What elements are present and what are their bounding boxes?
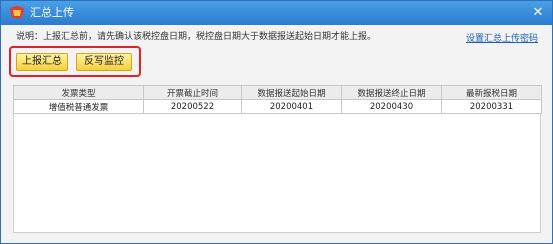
table-header-row: 发票类型 开票截止时间 数据报送起始日期 数据报送终止日期 最新报税日期 [13, 85, 542, 100]
set-upload-password-link[interactable]: 设置汇总上传密码 [466, 33, 538, 45]
cell-report-end-date: 20200430 [341, 99, 442, 114]
summary-upload-window: 汇总上传 ✕ 说明：上报汇总前，请先确认该税控盘日期，税控盘日期大于数据报送起始… [0, 0, 553, 244]
write-back-monitor-button[interactable]: 反写监控 [76, 53, 132, 71]
close-button[interactable]: ✕ [528, 4, 548, 22]
instruction-text: 说明：上报汇总前，请先确认该税控盘日期，税控盘日期大于数据报送起始日期才能上报。 [16, 32, 377, 42]
cell-invoice-type: 增值税普通发票 [13, 99, 144, 114]
column-header-invoice-type[interactable]: 发票类型 [13, 85, 144, 100]
table-row[interactable]: 增值税普通发票 20200522 20200401 20200430 20200… [13, 99, 542, 114]
cell-latest-tax-date: 20200331 [441, 99, 542, 114]
cell-issue-deadline: 20200522 [143, 99, 242, 114]
column-header-issue-deadline[interactable]: 开票截止时间 [143, 85, 242, 100]
column-header-latest-tax-date[interactable]: 最新报税日期 [441, 85, 542, 100]
window-title: 汇总上传 [30, 6, 74, 19]
app-logo-icon [10, 6, 24, 18]
invoice-summary-table: 发票类型 开票截止时间 数据报送起始日期 数据报送终止日期 最新报税日期 增值税… [13, 85, 542, 114]
upload-summary-button[interactable]: 上报汇总 [16, 53, 68, 71]
cell-report-start-date: 20200401 [241, 99, 342, 114]
title-bar[interactable]: 汇总上传 ✕ [1, 1, 552, 25]
column-header-report-end-date[interactable]: 数据报送终止日期 [341, 85, 442, 100]
column-header-report-start-date[interactable]: 数据报送起始日期 [241, 85, 342, 100]
